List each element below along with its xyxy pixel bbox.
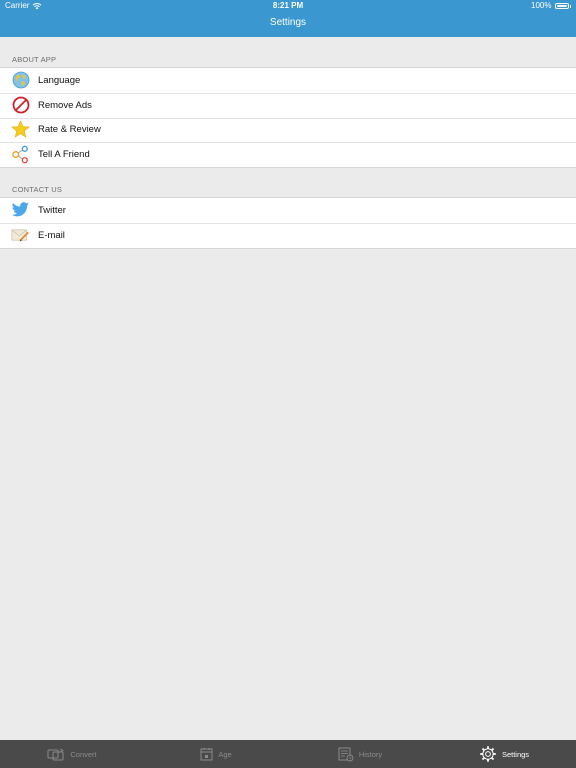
settings-row-label: Remove Ads — [38, 99, 92, 111]
settings-row-remove-ads[interactable]: Remove Ads — [0, 92, 576, 118]
tab-bar: Convert Age History Settings — [0, 740, 576, 768]
settings-row-language[interactable]: Language — [0, 68, 576, 93]
star-icon — [11, 120, 30, 139]
tab-age[interactable]: Age — [144, 740, 288, 768]
tab-settings[interactable]: Settings — [432, 740, 576, 768]
globe-icon — [11, 71, 30, 90]
tab-convert[interactable]: Convert — [0, 740, 144, 768]
section-header-about: ABOUT APP — [12, 55, 57, 64]
no-ads-icon — [11, 96, 30, 115]
envelope-icon — [11, 226, 30, 245]
settings-row-twitter[interactable]: Twitter — [0, 198, 576, 223]
settings-row-label: Tell A Friend — [38, 149, 90, 161]
battery-icon — [554, 3, 569, 9]
tab-history[interactable]: History — [288, 740, 432, 768]
settings-row-label: Rate & Review — [38, 124, 101, 136]
about-app-group: Language Remove Ads Rate & Review Tell A… — [0, 67, 576, 169]
battery-percent: 100% — [531, 1, 552, 10]
page-title: Settings — [269, 17, 307, 28]
battery-indicator: 100% — [531, 0, 571, 12]
settings-row-tell-a-friend[interactable]: Tell A Friend — [0, 142, 576, 167]
tab-label: Settings — [501, 749, 530, 759]
tab-label: History — [358, 749, 383, 759]
status-bar: Carrier 8:21 PM 100% — [0, 0, 576, 12]
settings-screen: Carrier 8:21 PM 100% Settings ABOUT APP — [0, 0, 576, 768]
settings-row-label: E-mail — [38, 229, 65, 241]
history-icon — [338, 747, 354, 761]
tab-label: Age — [218, 749, 232, 759]
settings-row-label: Twitter — [38, 204, 66, 216]
navigation-bar: Carrier 8:21 PM 100% Settings — [0, 0, 576, 37]
tab-label: Convert — [70, 749, 97, 759]
battery-tip — [569, 4, 571, 8]
settings-row-label: Language — [38, 74, 81, 86]
calendar-icon — [200, 748, 213, 761]
twitter-bird-icon — [11, 201, 30, 220]
gear-icon — [480, 746, 496, 762]
section-header-contact: CONTACT US — [12, 185, 63, 194]
status-time: 8:21 PM — [272, 1, 304, 10]
settings-row-rate-review[interactable]: Rate & Review — [0, 117, 576, 143]
share-icon — [11, 145, 30, 164]
convert-icon — [47, 748, 65, 760]
contact-us-group: Twitter E-mail — [0, 197, 576, 249]
settings-row-email[interactable]: E-mail — [0, 222, 576, 248]
